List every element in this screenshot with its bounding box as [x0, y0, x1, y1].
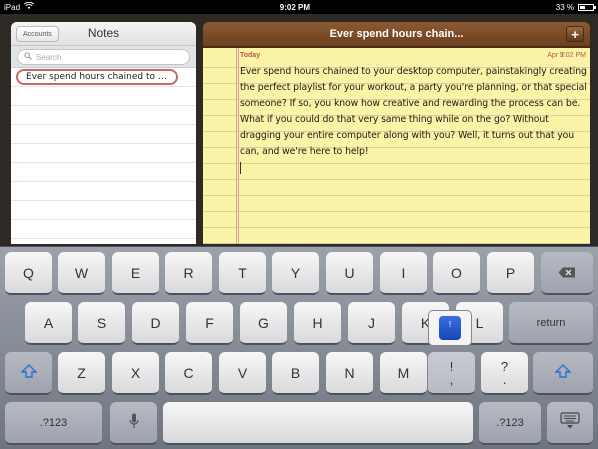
- list-item[interactable]: Ever spend hours chained to your desktop…: [11, 68, 196, 87]
- key-j[interactable]: J: [348, 302, 395, 345]
- key-top-char: ?: [500, 358, 509, 374]
- onscreen-keyboard: Q W E R T Y U I O P A S D F G H J K L re…: [0, 246, 598, 449]
- numbers-key-right[interactable]: .?123: [479, 402, 541, 445]
- key-b[interactable]: B: [272, 352, 319, 395]
- empty-row: [11, 106, 196, 125]
- sidebar-header: Accounts Notes: [11, 22, 196, 46]
- battery-percent: 33 %: [555, 2, 574, 12]
- carrier-label: iPad: [4, 2, 21, 12]
- note-editor: Ever spend hours chain... + Today Apr 7 …: [203, 22, 590, 244]
- margin-line: [236, 48, 237, 244]
- note-list: Ever spend hours chained to your desktop…: [11, 68, 196, 239]
- empty-row: [11, 163, 196, 182]
- key-popup-char: !: [439, 316, 461, 340]
- key-top-char: !: [449, 358, 454, 374]
- backspace-key[interactable]: [541, 252, 593, 295]
- key-w[interactable]: W: [58, 252, 105, 295]
- key-o[interactable]: O: [433, 252, 480, 295]
- wifi-icon: [23, 1, 35, 12]
- numbers-key-left[interactable]: .?123: [5, 402, 102, 445]
- today-label: Today: [240, 52, 261, 59]
- key-a[interactable]: A: [25, 302, 72, 345]
- key-e[interactable]: E: [112, 252, 159, 295]
- note-header: Ever spend hours chain... +: [203, 22, 590, 48]
- key-p[interactable]: P: [487, 252, 534, 295]
- key-q[interactable]: Q: [5, 252, 52, 295]
- shift-key-left[interactable]: [5, 352, 52, 395]
- empty-row: [11, 144, 196, 163]
- margin-line: [238, 48, 239, 244]
- note-header-title: Ever spend hours chain...: [329, 28, 464, 40]
- key-c[interactable]: C: [165, 352, 212, 395]
- shift-icon: [554, 364, 572, 381]
- return-key[interactable]: return: [509, 302, 593, 345]
- key-popup: !: [428, 310, 472, 346]
- keyboard-hide-icon: [560, 412, 580, 433]
- key-question-period[interactable]: ? .: [481, 352, 528, 395]
- shift-icon: [19, 364, 38, 381]
- microphone-icon: [128, 413, 139, 432]
- backspace-icon: [558, 265, 576, 281]
- search-bar: Search: [11, 46, 196, 68]
- empty-row: [11, 201, 196, 220]
- key-f[interactable]: F: [186, 302, 233, 345]
- clock: 9:02 PM: [279, 2, 310, 12]
- note-body: Ever spend hours chained to your desktop…: [240, 66, 587, 157]
- key-i[interactable]: I: [380, 252, 427, 295]
- search-placeholder: Search: [36, 52, 62, 62]
- key-s[interactable]: S: [78, 302, 125, 345]
- key-g[interactable]: G: [240, 302, 287, 345]
- hide-keyboard-key[interactable]: [547, 402, 593, 445]
- battery-icon: [577, 3, 596, 11]
- sidebar-title: Notes: [87, 26, 120, 40]
- search-input[interactable]: Search: [17, 49, 190, 65]
- space-key[interactable]: [163, 402, 473, 445]
- key-n[interactable]: N: [326, 352, 373, 395]
- empty-row: [11, 125, 196, 144]
- search-icon: [24, 52, 32, 62]
- key-bottom-char: ,: [449, 371, 454, 387]
- key-y[interactable]: Y: [272, 252, 319, 295]
- note-title: Ever spend hours chained to your desktop…: [16, 69, 178, 85]
- empty-row: [11, 87, 196, 106]
- key-z[interactable]: Z: [58, 352, 105, 395]
- key-x[interactable]: X: [112, 352, 159, 395]
- notes-sidebar: Accounts Notes Search Ever spend hours c…: [11, 22, 196, 244]
- note-paper[interactable]: Today Apr 7 9:02 PM Ever spend hours cha…: [203, 48, 590, 244]
- key-t[interactable]: T: [219, 252, 266, 295]
- empty-row: [11, 220, 196, 239]
- key-m[interactable]: M: [380, 352, 427, 395]
- dictation-key[interactable]: [110, 402, 157, 445]
- text-cursor: [240, 161, 241, 174]
- key-exclaim-comma[interactable]: ! ,: [428, 352, 475, 395]
- key-u[interactable]: U: [326, 252, 373, 295]
- key-v[interactable]: V: [219, 352, 266, 395]
- note-time: 9:02 PM: [559, 52, 586, 59]
- status-bar: iPad 9:02 PM 33 %: [0, 0, 598, 14]
- empty-row: [11, 182, 196, 201]
- shift-key-right[interactable]: [533, 352, 593, 395]
- key-h[interactable]: H: [294, 302, 341, 345]
- key-bottom-char: .: [502, 371, 507, 387]
- key-d[interactable]: D: [132, 302, 179, 345]
- add-note-button[interactable]: +: [566, 26, 584, 42]
- note-body-container[interactable]: Ever spend hours chained to your desktop…: [240, 64, 590, 176]
- key-r[interactable]: R: [165, 252, 212, 295]
